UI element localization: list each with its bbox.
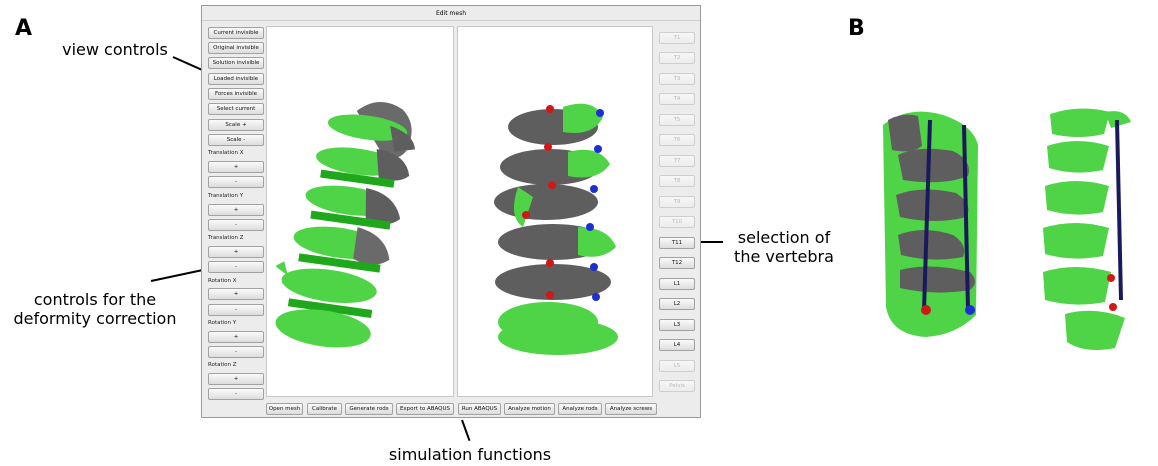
rotation-y-minus-button[interactable]: - bbox=[208, 346, 264, 358]
select-current-button[interactable]: Select current bbox=[208, 103, 264, 115]
vertebra-t11-button[interactable]: T11 bbox=[659, 237, 695, 249]
right-3d-viewport[interactable] bbox=[457, 26, 653, 397]
annotation-line-deformity bbox=[150, 268, 206, 282]
translation-z-plus-button[interactable]: + bbox=[208, 246, 264, 258]
annotation-selection: selection of the vertebra bbox=[724, 228, 844, 266]
vertebra-t5-button[interactable]: T5 bbox=[659, 114, 695, 126]
vertebra-t12-button[interactable]: T12 bbox=[659, 257, 695, 269]
edit-mesh-window: Edit mesh Current invisible Original inv… bbox=[201, 5, 701, 418]
vertebra-t2-button[interactable]: T2 bbox=[659, 52, 695, 64]
vertebra-t6-button[interactable]: T6 bbox=[659, 134, 695, 146]
vertebra-pelvis-button[interactable]: Pelvis bbox=[659, 380, 695, 392]
vertebra-t8-button[interactable]: T8 bbox=[659, 175, 695, 187]
translation-z-minus-button[interactable]: - bbox=[208, 261, 264, 273]
vertebra-l4-button[interactable]: L4 bbox=[659, 339, 695, 351]
analyze-motion-button[interactable]: Analyze motion bbox=[504, 403, 555, 415]
annotation-deformity-controls: controls for the deformity correction bbox=[5, 290, 185, 328]
loaded-invisible-button[interactable]: Loaded invisible bbox=[208, 73, 264, 85]
vertebra-t7-button[interactable]: T7 bbox=[659, 155, 695, 167]
panel-label-a: A bbox=[15, 16, 33, 41]
window-titlebar: Edit mesh bbox=[202, 6, 700, 21]
annotation-deformity-line1: controls for the bbox=[33, 290, 157, 309]
export-to-abaqus-button[interactable]: Export to ABAQUS bbox=[396, 403, 454, 415]
translation-y-plus-button[interactable]: + bbox=[208, 204, 264, 216]
annotation-view-controls: view controls bbox=[62, 40, 168, 59]
translation-x-plus-button[interactable]: + bbox=[208, 161, 264, 173]
vertebra-t10-button[interactable]: T10 bbox=[659, 216, 695, 228]
calibrate-button[interactable]: Calibrate bbox=[307, 403, 342, 415]
solution-invisible-button[interactable]: Solution invisible bbox=[208, 57, 264, 69]
rotation-z-plus-button[interactable]: + bbox=[208, 373, 264, 385]
translation-z-label: Translation Z bbox=[208, 235, 244, 241]
open-mesh-button[interactable]: Open mesh bbox=[266, 403, 303, 415]
annotation-selection-line2: the vertebra bbox=[734, 247, 834, 266]
rotation-x-minus-button[interactable]: - bbox=[208, 304, 264, 316]
translation-x-minus-button[interactable]: - bbox=[208, 176, 264, 188]
vertebra-t3-button[interactable]: T3 bbox=[659, 73, 695, 85]
spine-model-current bbox=[494, 103, 618, 355]
run-abaqus-button[interactable]: Run ABAQUS bbox=[458, 403, 501, 415]
rotation-y-label: Rotation Y bbox=[208, 320, 237, 326]
translation-x-label: Translation X bbox=[208, 150, 244, 156]
generate-rods-button[interactable]: Generate rods bbox=[345, 403, 393, 415]
annotation-selection-line1: selection of bbox=[737, 228, 831, 247]
rotation-z-label: Rotation Z bbox=[208, 362, 237, 368]
vertebra-t1-button[interactable]: T1 bbox=[659, 32, 695, 44]
analyze-rods-button[interactable]: Analyze rods bbox=[558, 403, 602, 415]
rotation-y-plus-button[interactable]: + bbox=[208, 331, 264, 343]
scale-minus-button[interactable]: Scale - bbox=[208, 134, 264, 146]
annotation-line-view-controls bbox=[172, 56, 205, 72]
left-3d-viewport[interactable] bbox=[266, 26, 454, 397]
vertebra-l1-button[interactable]: L1 bbox=[659, 278, 695, 290]
scale-plus-button[interactable]: Scale + bbox=[208, 119, 264, 131]
annotation-simulation: simulation functions bbox=[388, 445, 552, 464]
panel-label-b: B bbox=[848, 16, 865, 41]
annotation-deformity-line2: deformity correction bbox=[13, 309, 177, 328]
annotation-line-simulation bbox=[461, 419, 471, 442]
spine-posterior-view bbox=[883, 111, 978, 338]
spine-lateral-view bbox=[1043, 108, 1131, 350]
rotation-x-label: Rotation X bbox=[208, 278, 237, 284]
spine-model-original bbox=[275, 102, 415, 348]
analyze-screws-button[interactable]: Analyze screws bbox=[605, 403, 657, 415]
rotation-z-minus-button[interactable]: - bbox=[208, 388, 264, 400]
vertebra-l3-button[interactable]: L3 bbox=[659, 319, 695, 331]
vertebra-l5-button[interactable]: L5 bbox=[659, 360, 695, 372]
translation-y-minus-button[interactable]: - bbox=[208, 219, 264, 231]
vertebra-l2-button[interactable]: L2 bbox=[659, 298, 695, 310]
forces-invisible-button[interactable]: Forces invisible bbox=[208, 88, 264, 100]
vertebra-t9-button[interactable]: T9 bbox=[659, 196, 695, 208]
vertebra-t4-button[interactable]: T4 bbox=[659, 93, 695, 105]
rotation-x-plus-button[interactable]: + bbox=[208, 288, 264, 300]
current-invisible-button[interactable]: Current invisible bbox=[208, 27, 264, 39]
translation-y-label: Translation Y bbox=[208, 193, 244, 199]
original-invisible-button[interactable]: Original invisible bbox=[208, 42, 264, 54]
